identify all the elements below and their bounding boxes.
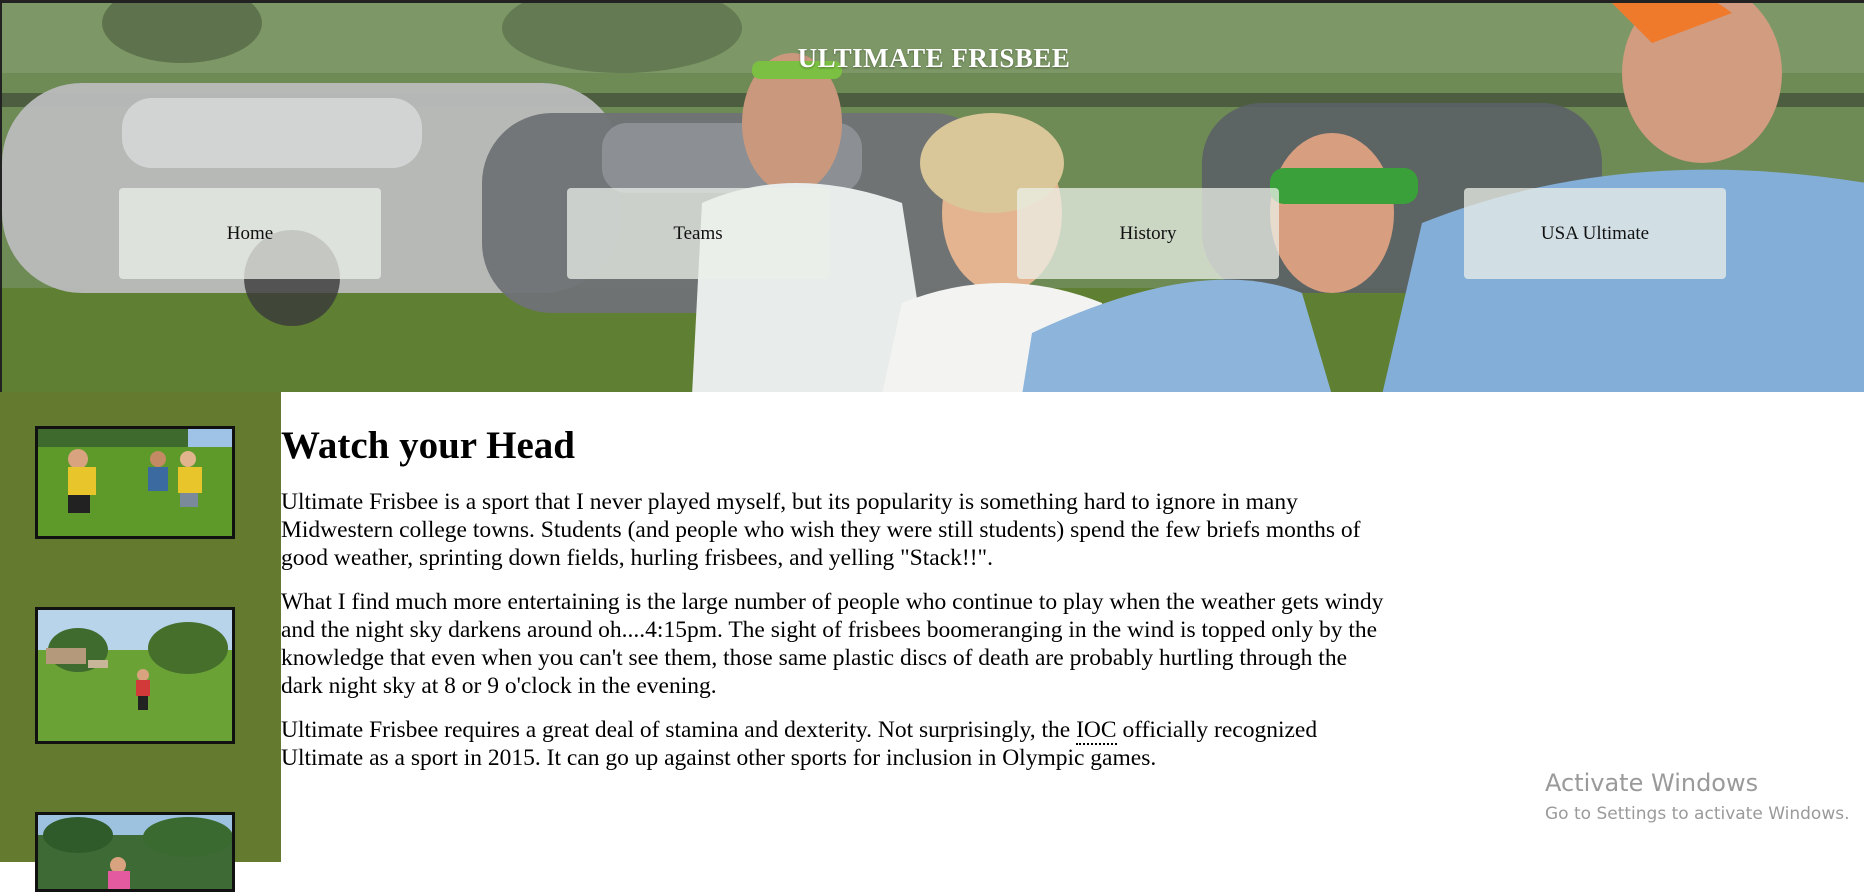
thumbnail-park-throw[interactable]: [35, 607, 235, 744]
nav-history-button[interactable]: History: [1017, 188, 1279, 279]
ioc-abbreviation[interactable]: IOC: [1076, 717, 1117, 745]
watermark-subtitle: Go to Settings to activate Windows.: [1545, 804, 1850, 824]
site-title: ULTIMATE FRISBEE: [797, 43, 1071, 73]
paragraph-3-text-before: Ultimate Frisbee requires a great deal o…: [281, 717, 1077, 743]
watermark-title: Activate Windows: [1545, 769, 1759, 797]
nav-home-button[interactable]: Home: [119, 188, 381, 279]
article-paragraph-1: Ultimate Frisbee is a sport that I never…: [281, 489, 1361, 571]
article-paragraph-2: What I find much more entertaining is th…: [281, 589, 1384, 699]
article-paragraph-3: Ultimate Frisbee requires a great deal o…: [281, 716, 1391, 772]
article: Watch your Head Ultimate Frisbee is a sp…: [281, 392, 1391, 772]
thumbnail-players-marking[interactable]: [35, 426, 235, 539]
thumbnail-catching-disc[interactable]: [35, 812, 235, 892]
hero-banner: ULTIMATE FRISBEE Home Teams History USA …: [0, 0, 1864, 392]
nav-usa-ultimate-button[interactable]: USA Ultimate: [1464, 188, 1726, 279]
activate-windows-watermark: Activate Windows Go to Settings to activ…: [1545, 768, 1850, 826]
photo-sidebar: [0, 392, 281, 892]
nav-teams-button[interactable]: Teams: [567, 188, 829, 279]
article-heading: Watch your Head: [281, 424, 575, 467]
